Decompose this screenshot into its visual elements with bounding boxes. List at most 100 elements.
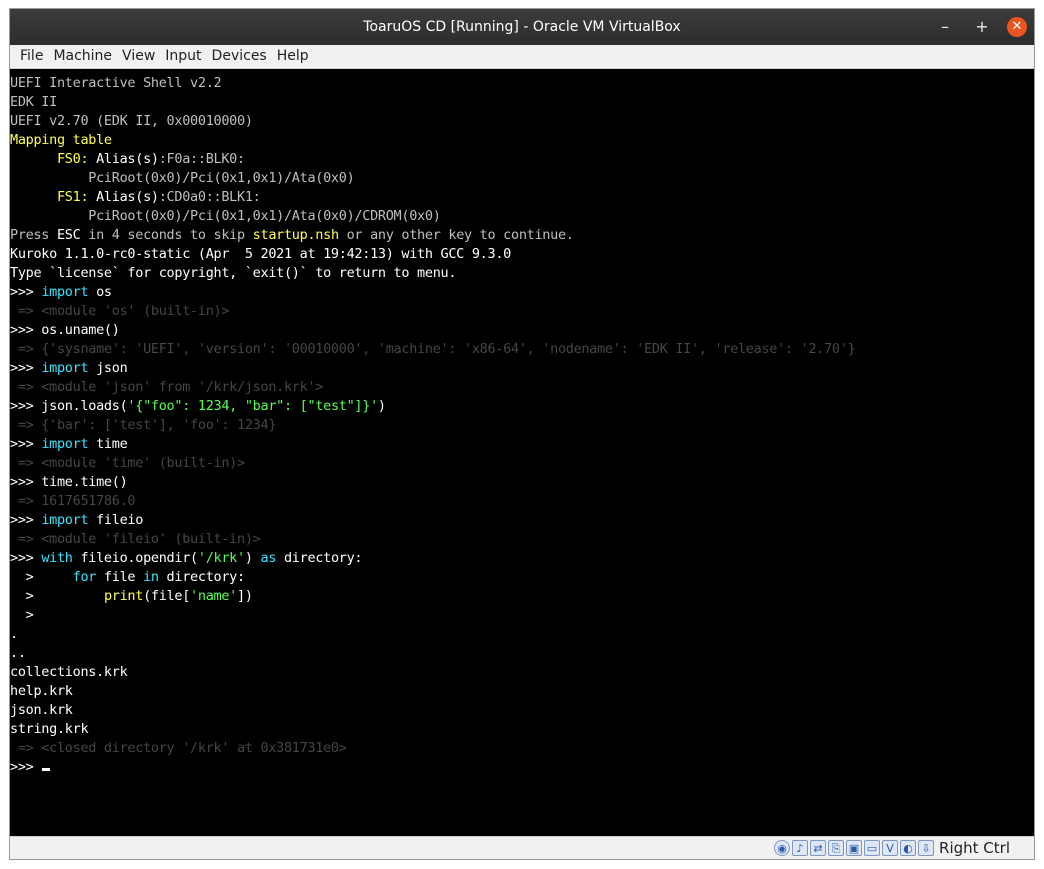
terminal-text: >>> os.uname() <box>10 322 120 338</box>
terminal-text: > <box>10 588 104 604</box>
terminal-text: .. <box>10 645 26 661</box>
title-bar[interactable]: ToaruOS CD [Running] - Oracle VM Virtual… <box>10 9 1034 45</box>
shared-folder-icon[interactable]: ▣ <box>846 840 862 856</box>
terminal-line: >>> import fileio <box>10 511 855 530</box>
terminal-line: > print(file['name']) <box>10 587 855 606</box>
terminal-line: => <closed directory '/krk' at 0x381731e… <box>10 739 855 758</box>
terminal-line: string.krk <box>10 720 855 739</box>
terminal-line: => <module 'fileio' (built-in)> <box>10 530 855 549</box>
terminal-text: >>> <box>10 759 42 775</box>
terminal-text: fileio.opendir( <box>72 550 198 566</box>
terminal-line: PciRoot(0x0)/Pci(0x1,0x1)/Ata(0x0) <box>10 169 855 188</box>
terminal-text: => {'sysname': 'UEFI', 'version': '00010… <box>10 341 856 357</box>
window-title: ToaruOS CD [Running] - Oracle VM Virtual… <box>363 19 681 35</box>
terminal-line: >>> import os <box>10 283 855 302</box>
terminal-text: directory: <box>276 550 363 566</box>
host-key-label: Right Ctrl <box>939 839 1010 857</box>
terminal-text: => {'bar': ['test'], 'foo': 1234} <box>10 417 277 433</box>
menu-devices[interactable]: Devices <box>207 45 272 68</box>
terminal-text: UEFI v2.70 (EDK II, 0x00010000) <box>10 113 253 129</box>
terminal-line: => {'bar': ['test'], 'foo': 1234} <box>10 416 855 435</box>
terminal-text: EDK II <box>10 94 57 110</box>
terminal-line: Mapping table <box>10 131 855 150</box>
terminal-text: '{"foo": 1234, "bar": ["test"]}' <box>127 398 378 414</box>
terminal-text: => <module 'json' from '/krk/json.krk'> <box>10 379 324 395</box>
terminal-text: FS0: <box>56 151 89 167</box>
terminal-text: file <box>96 569 144 585</box>
terminal-line: .. <box>10 644 855 663</box>
terminal-text: ]) <box>237 588 253 604</box>
terminal-text: >>> <box>10 436 42 452</box>
terminal-text: fileio <box>88 512 144 528</box>
menu-help[interactable]: Help <box>272 45 314 68</box>
menu-file[interactable]: File <box>15 45 48 68</box>
terminal-text: => <module 'os' (built-in)> <box>10 303 230 319</box>
terminal-line: FS1: Alias(s):CD0a0::BLK1: <box>10 188 855 207</box>
usb-icon[interactable]: ⎘ <box>828 840 844 856</box>
terminal-line: >>> with fileio.opendir('/krk') as direc… <box>10 549 855 568</box>
host-key-arrow-icon[interactable]: ⇩ <box>918 840 934 856</box>
terminal-text: with <box>41 550 73 566</box>
terminal-text: Alias(s) <box>88 151 159 167</box>
menu-input[interactable]: Input <box>160 45 206 68</box>
virtualbox-window: ToaruOS CD [Running] - Oracle VM Virtual… <box>9 8 1035 860</box>
terminal-line: => {'sysname': 'UEFI', 'version': '00010… <box>10 340 856 359</box>
terminal-text: ) <box>244 550 261 566</box>
terminal-line: >>> import json <box>10 359 855 378</box>
display-icon[interactable]: ▭ <box>864 840 880 856</box>
terminal-text: import <box>41 360 89 376</box>
terminal-text: => <module 'time' (built-in)> <box>10 455 245 471</box>
terminal-text: => 1617651786.0 <box>10 493 136 509</box>
menu-machine[interactable]: Machine <box>48 45 117 68</box>
terminal-line: >>> import time <box>10 435 855 454</box>
terminal-text: for <box>72 569 97 585</box>
terminal-line: >>> os.uname() <box>10 321 855 340</box>
terminal-text: startup.nsh <box>252 227 339 243</box>
terminal-line: Type `license` for copyright, `exit()` t… <box>10 264 855 283</box>
terminal-line: FS0: Alias(s):F0a::BLK0: <box>10 150 855 169</box>
terminal-text: in 4 seconds to skip <box>80 227 253 243</box>
terminal-line: => <module 'json' from '/krk/json.krk'> <box>10 378 855 397</box>
maximize-button[interactable]: + <box>972 17 992 37</box>
terminal-text: Mapping table <box>10 132 112 148</box>
terminal-text: >>> <box>10 512 42 528</box>
terminal-text: help.krk <box>10 683 73 699</box>
terminal-text: import <box>41 284 89 300</box>
mouse-integration-icon[interactable]: ◐ <box>900 840 916 856</box>
minimize-button[interactable]: – <box>935 17 955 37</box>
uefi-terminal[interactable]: UEFI Interactive Shell v2.2 EDK II UEFI v2… <box>10 74 856 777</box>
terminal-line: help.krk <box>10 682 855 701</box>
terminal-line: json.krk <box>10 701 855 720</box>
terminal-text: print <box>103 588 144 604</box>
terminal-text: :F0a::BLK0: <box>158 151 245 167</box>
vm-display[interactable]: UEFI Interactive Shell v2.2 EDK II UEFI v2… <box>10 69 1034 836</box>
terminal-text: . <box>10 626 18 642</box>
terminal-text: (file[ <box>143 588 191 604</box>
terminal-line: Kuroko 1.1.0-rc0-static (Apr 5 2021 at 1… <box>10 245 855 264</box>
terminal-line: UEFI v2.70 (EDK II, 0x00010000) <box>10 112 855 131</box>
optical-drive-icon[interactable]: ◉ <box>774 840 790 856</box>
terminal-text: import <box>41 436 89 452</box>
terminal-line: >>> time.time() <box>10 473 855 492</box>
audio-icon[interactable]: ♪ <box>792 840 808 856</box>
terminal-text: string.krk <box>10 721 89 737</box>
text-cursor <box>42 768 51 771</box>
close-button[interactable]: ✕ <box>1007 17 1027 37</box>
terminal-text: json <box>88 360 128 376</box>
terminal-text: ESC <box>56 227 81 243</box>
terminal-text: >>> json.loads( <box>10 398 128 414</box>
terminal-text: >>> <box>10 550 42 566</box>
terminal-text: PciRoot(0x0)/Pci(0x1,0x1)/Ata(0x0)/CDROM… <box>10 208 441 224</box>
terminal-line: => <module 'os' (built-in)> <box>10 302 855 321</box>
terminal-line: > <box>10 606 855 625</box>
network-icon[interactable]: ⇄ <box>810 840 826 856</box>
terminal-text: directory: <box>158 569 246 585</box>
terminal-text: >>> <box>10 284 42 300</box>
menu-view[interactable]: View <box>117 45 160 68</box>
terminal-text: Type `license` for copyright, `exit()` t… <box>10 265 457 281</box>
video-capture-icon[interactable]: V <box>882 840 898 856</box>
terminal-line: Press ESC in 4 seconds to skip startup.n… <box>10 226 855 245</box>
terminal-text: >>> time.time() <box>10 474 128 490</box>
status-bar: ◉ ♪ ⇄ ⎘ ▣ ▭ V ◐ ⇩ Right Ctrl <box>10 836 1034 859</box>
